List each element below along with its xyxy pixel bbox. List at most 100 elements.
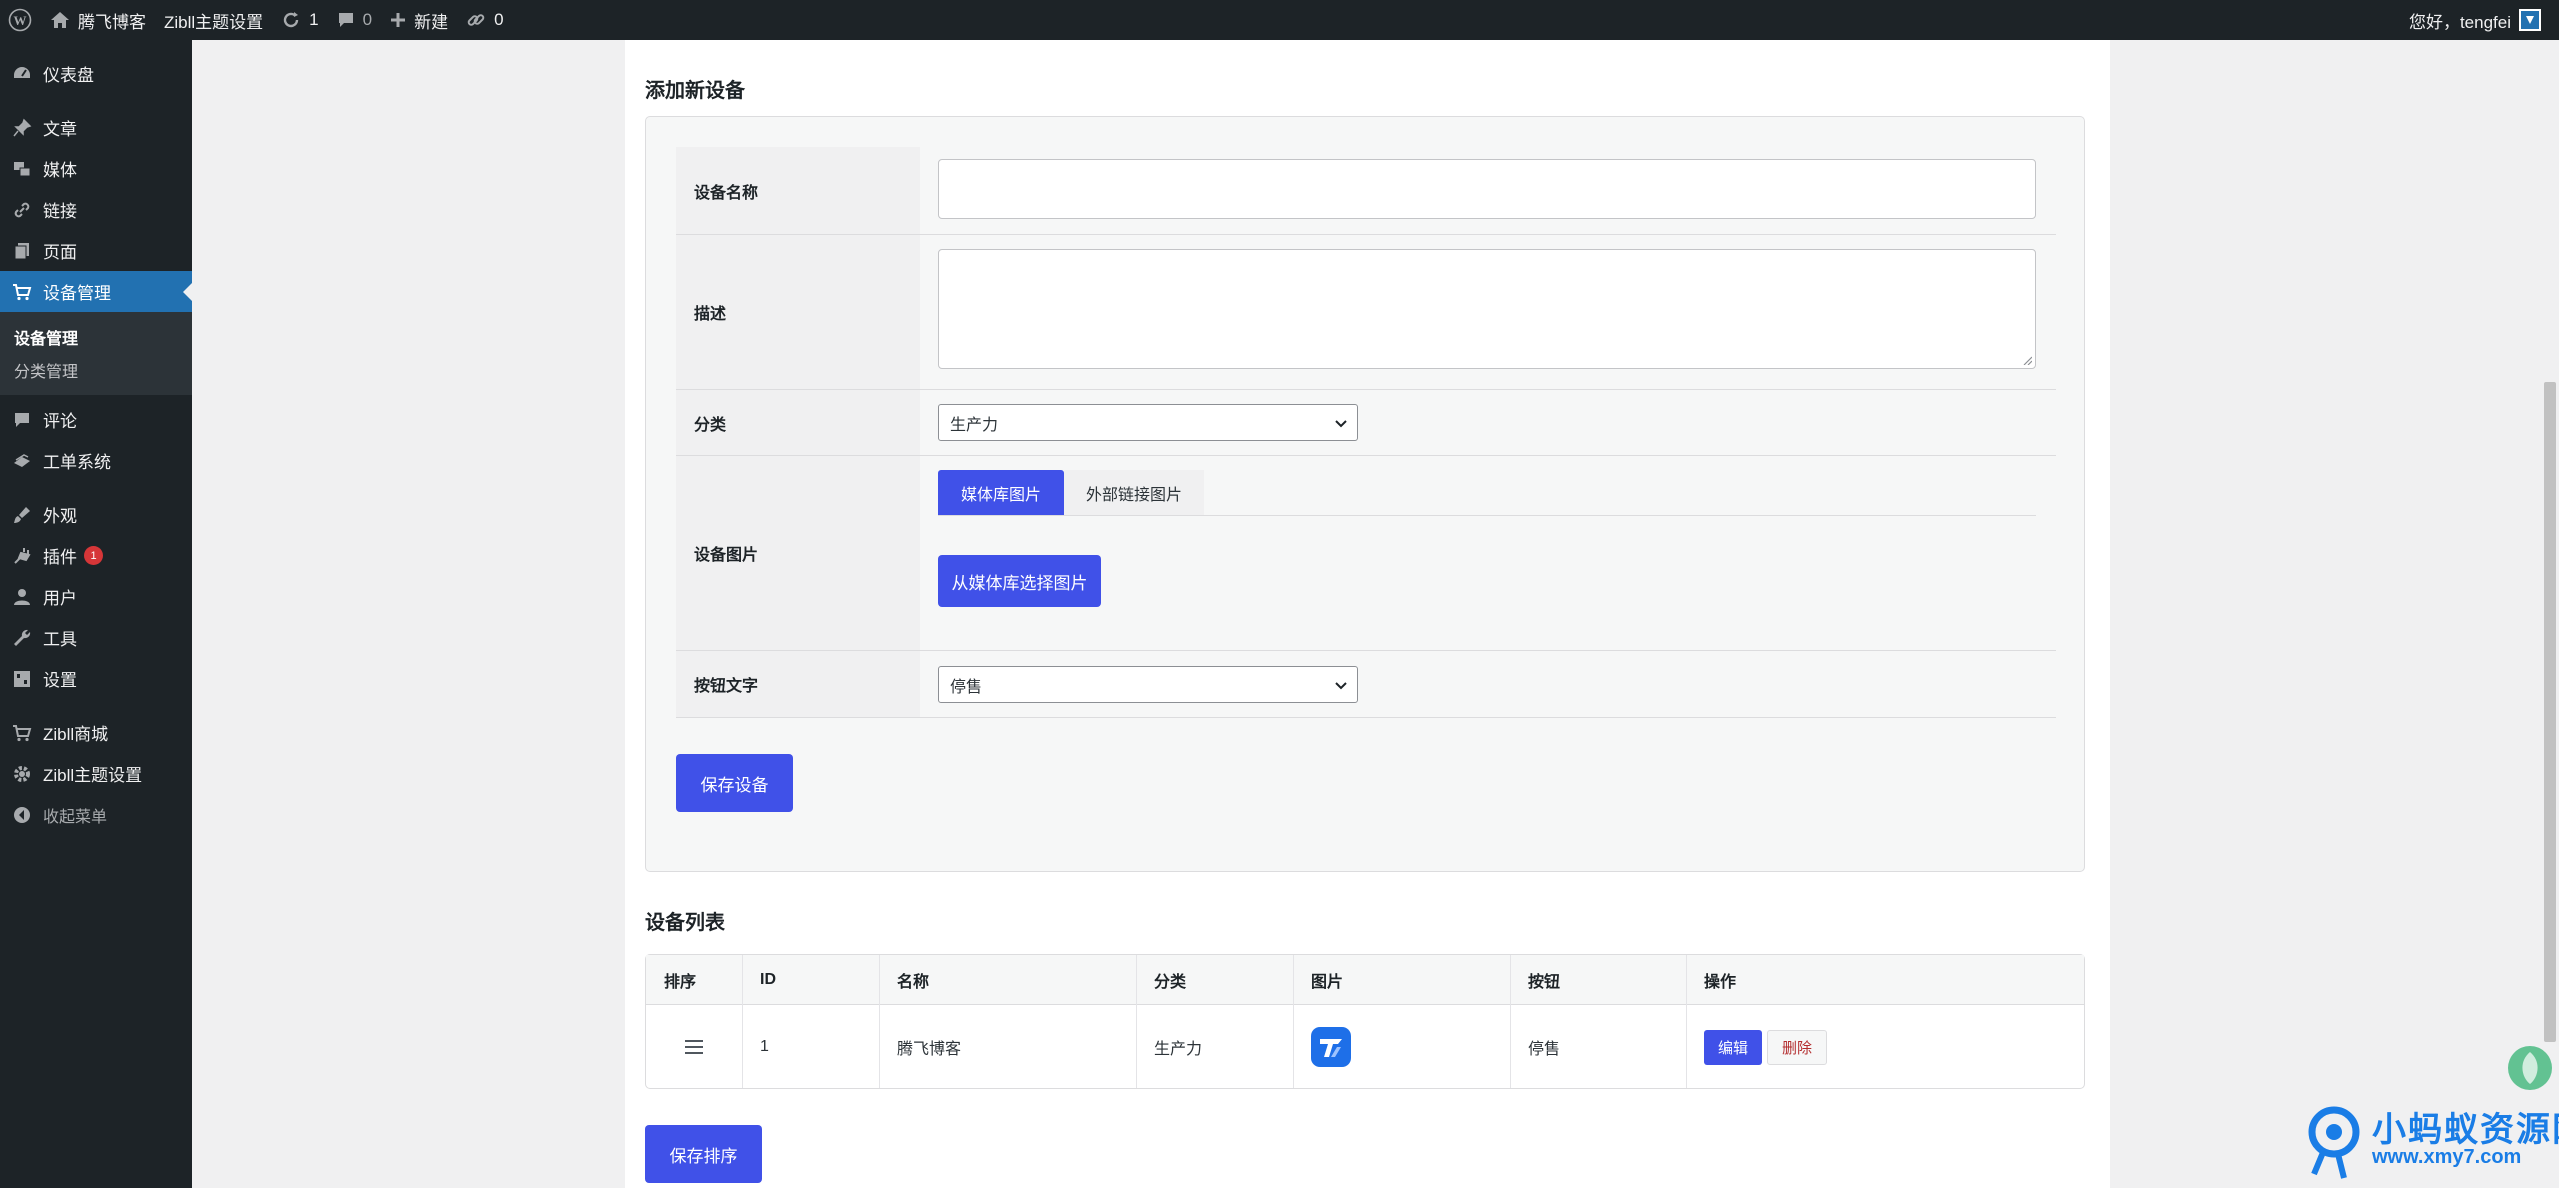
wordpress-icon: W [8,8,32,32]
col-header-image: 图片 [1311,974,1344,991]
col-header-button: 按钮 [1528,974,1561,991]
category-select[interactable]: 生产力 [938,404,1358,441]
button-text-select[interactable]: 停售 [938,666,1358,703]
link-icon [466,10,486,30]
dashboard-icon [11,63,33,85]
tab-external-link[interactable]: 外部链接图片 [1064,470,1204,515]
tab-divider [938,515,2036,516]
new-content-link[interactable]: 新建 [381,0,457,40]
comment-icon [11,409,33,431]
button-text-label: 按钮文字 [676,651,920,717]
category-selected-value: 生产力 [950,416,999,434]
menu-settings[interactable]: 设置 [0,658,192,699]
settings-icon [11,668,33,690]
menu-appearance-label: 外观 [43,507,77,526]
updates-count: 1 [309,10,319,29]
links-count: 0 [494,10,504,29]
menu-tools[interactable]: 工具 [0,617,192,658]
comments-link[interactable]: 0 [328,0,381,40]
device-image-row: 设备图片 媒体库图片 外部链接图片 从媒体库选择图片 [676,456,2056,651]
my-account[interactable]: 您好，tengfei [2409,0,2541,40]
chevron-down-icon [1335,420,1347,428]
save-device-button[interactable]: 保存设备 [676,754,793,812]
save-order-button[interactable]: 保存排序 [645,1125,762,1183]
menu-media[interactable]: 媒体 [0,148,192,189]
watermark-url: www.xmy7.com [2372,1146,2522,1168]
description-row: 描述 [676,235,2056,390]
theme-settings-link[interactable]: Zibll主题设置 [155,0,272,40]
menu-users-label: 用户 [43,589,77,608]
links-menu[interactable]: 0 [457,0,512,40]
edit-button[interactable]: 编辑 [1704,1029,1763,1065]
plus-icon [390,12,406,28]
cart-icon [11,722,33,744]
site-name-link[interactable]: 腾飞博客 [41,0,155,40]
menu-device-management-label: 设备管理 [43,284,111,303]
submenu-category-management[interactable]: 分类管理 [0,353,192,386]
site-name: 腾飞博客 [78,12,146,32]
drag-handle-icon[interactable] [685,1040,703,1054]
device-list-title: 设备列表 [645,912,725,934]
menu-tools-label: 工具 [43,630,77,649]
tab-media-library[interactable]: 媒体库图片 [938,470,1064,515]
menu-media-label: 媒体 [43,161,77,180]
collapse-menu-button[interactable]: 收起菜单 [0,794,192,835]
row-image [1293,1006,1351,1088]
device-list-table: 排序 ID 名称 分类 图片 按钮 操作 1 腾飞博客 生产力 停售 编辑 删除 [645,954,2085,1089]
menu-dashboard[interactable]: 仪表盘 [0,53,192,94]
comment-icon [337,11,355,29]
col-header-id: ID [760,971,776,988]
menu-pages[interactable]: 页面 [0,230,192,271]
theme-settings-label: Zibll主题设置 [164,12,264,32]
category-label: 分类 [676,390,920,455]
description-label: 描述 [676,235,920,389]
resize-grip-icon[interactable] [2022,355,2032,365]
gear-icon [11,763,33,785]
collapse-menu-label: 收起菜单 [43,808,108,826]
button-text-row: 按钮文字 停售 [676,651,2056,718]
col-header-name: 名称 [897,974,930,991]
cart-icon [11,281,33,303]
user-icon [11,586,33,608]
menu-pages-label: 页面 [43,243,77,262]
device-name-input[interactable] [938,159,2036,219]
updates-link[interactable]: 1 [272,0,327,40]
plugins-update-badge: 1 [84,546,103,565]
submenu-device-management[interactable]: 设备管理 [0,320,192,353]
svg-text:W: W [14,13,27,28]
page-scrollbar[interactable] [2541,40,2559,1188]
refresh-icon [281,10,301,30]
device-submenu: 设备管理 分类管理 [0,312,192,395]
menu-zibll-theme[interactable]: Zibll主题设置 [0,753,192,794]
menu-plugins[interactable]: 插件 1 [0,535,192,576]
menu-appearance[interactable]: 外观 [0,494,192,535]
choose-from-media-button[interactable]: 从媒体库选择图片 [938,555,1101,607]
menu-posts[interactable]: 文章 [0,107,192,148]
main-content: 添加新设备 设备名称 描述 分类 生产力 设备图片 媒体库图片 外部链接图片 从… [625,40,2110,1188]
description-textarea[interactable] [938,249,2036,369]
collapse-icon [11,804,33,826]
comments-count: 0 [362,10,373,29]
row-id: 1 [760,1038,769,1055]
media-icon [11,158,33,180]
menu-links[interactable]: 链接 [0,189,192,230]
row-actions: 编辑 删除 [1686,1006,1832,1088]
menu-users[interactable]: 用户 [0,576,192,617]
menu-ticket-system[interactable]: 工单系统 [0,440,192,481]
ant-logo-icon [2308,1106,2360,1179]
row-category: 生产力 [1154,1041,1203,1058]
menu-comments[interactable]: 评论 [0,399,192,440]
leaf-logo-icon [2508,1046,2552,1090]
wordpress-logo[interactable]: W [0,0,41,40]
delete-button[interactable]: 删除 [1767,1029,1828,1065]
add-device-title: 添加新设备 [645,80,745,102]
device-thumbnail-icon [1311,1027,1351,1067]
menu-zibll-shop[interactable]: Zibll商城 [0,712,192,753]
drag-handle[interactable] [646,1006,742,1088]
pages-icon [11,240,33,262]
menu-zibll-shop-label: Zibll商城 [43,725,109,744]
scrollbar-thumb[interactable] [2544,382,2556,1042]
menu-device-management[interactable]: 设备管理 [0,271,192,312]
new-label: 新建 [414,12,449,32]
home-icon [50,11,70,29]
